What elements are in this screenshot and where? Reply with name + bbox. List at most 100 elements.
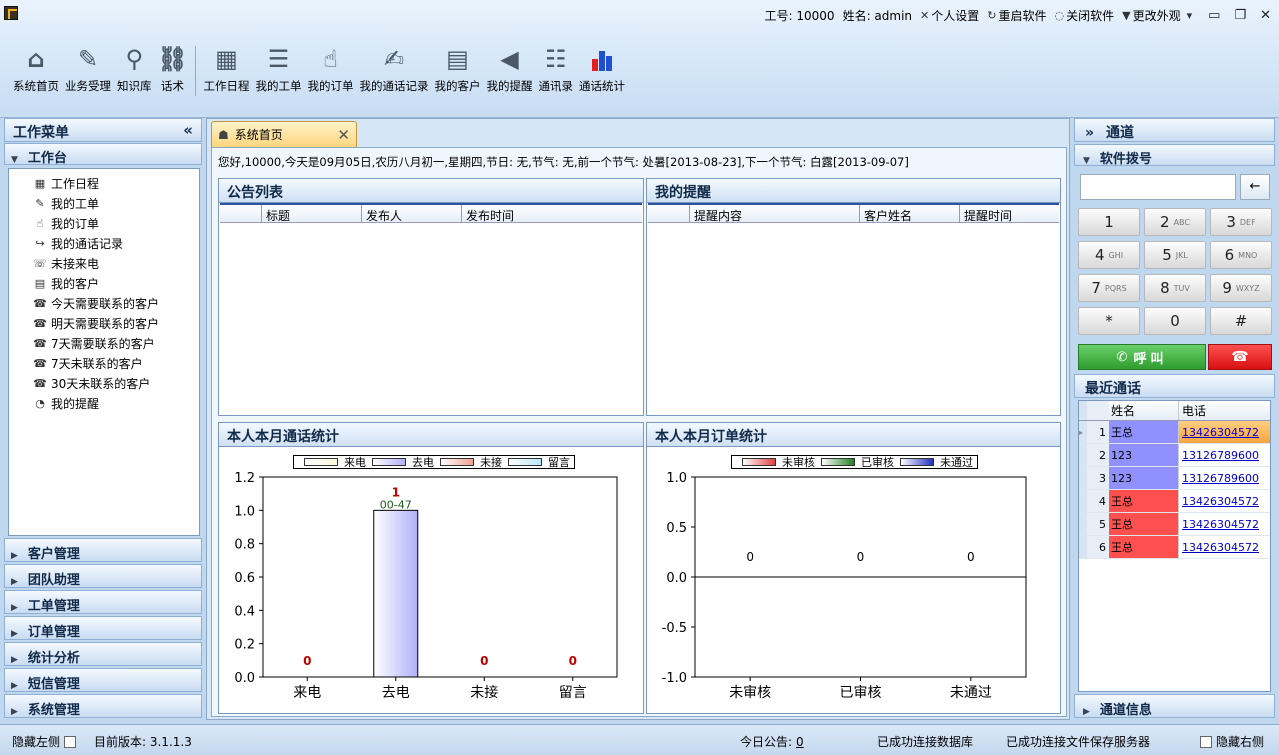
close-window-button[interactable]: ✕: [1260, 8, 1271, 23]
recent-call-row[interactable]: 6 王总 13426304572: [1079, 536, 1270, 559]
column-header[interactable]: 发布时间: [462, 205, 642, 223]
x-tick-label: 来电: [293, 685, 321, 701]
column-header[interactable]: 标题: [262, 205, 362, 223]
expand-right-button[interactable]: »: [1085, 125, 1094, 141]
workbench-item[interactable]: ☏ 未接来电: [9, 253, 199, 273]
toolbar-button-0[interactable]: ⌂ 系统首页: [10, 44, 62, 100]
dial-number-input[interactable]: [1080, 174, 1236, 200]
x-tick-label: 已审核: [840, 685, 882, 701]
menu-section[interactable]: ▶ 短信管理: [4, 668, 202, 692]
restore-button[interactable]: ❐: [1234, 8, 1246, 23]
minimize-button[interactable]: ▭: [1208, 8, 1220, 23]
tab-close-button[interactable]: ✕: [337, 126, 350, 144]
personal-settings-button[interactable]: ✕ 个人设置: [920, 7, 979, 24]
dial-key[interactable]: 8 TUV: [1144, 274, 1206, 302]
toolbar-button-3[interactable]: ⛓ 话术: [155, 44, 191, 100]
dial-key[interactable]: 5 JKL: [1144, 241, 1206, 269]
users-list-icon: ☰: [267, 45, 290, 73]
toolbar-button-10[interactable]: ☷ 通讯录: [536, 44, 577, 100]
column-header[interactable]: 姓名: [1109, 401, 1179, 420]
dial-key[interactable]: 3 DEF: [1210, 208, 1272, 236]
column-header[interactable]: 电话: [1179, 401, 1270, 420]
dial-key[interactable]: 4 GHI: [1078, 241, 1140, 269]
home-icon: ☗: [218, 127, 229, 142]
close-software-button[interactable]: ◌ 关闭软件: [1055, 7, 1115, 24]
workbench-item[interactable]: ☎ 30天未联系的客户: [9, 373, 199, 393]
hide-left-toggle[interactable]: 隐藏左侧: [12, 733, 77, 750]
toolbar-button-2[interactable]: ⚲ 知识库: [114, 44, 155, 100]
hide-right-checkbox[interactable]: [1200, 735, 1212, 748]
tab-home[interactable]: ☗ 系统首页 ✕: [211, 121, 357, 147]
recent-call-phone[interactable]: 13126789600: [1179, 444, 1270, 466]
dial-key[interactable]: 7 PQRS: [1078, 274, 1140, 302]
menu-section[interactable]: ▶ 团队助理: [4, 564, 202, 588]
column-header[interactable]: [220, 205, 262, 222]
dial-key[interactable]: 0: [1144, 307, 1206, 335]
toolbar-button-1[interactable]: ✎ 业务受理: [62, 44, 114, 100]
recent-call-phone[interactable]: 13426304572: [1179, 536, 1270, 558]
toolbar-button-11[interactable]: 通话统计: [576, 44, 628, 100]
menu-section[interactable]: ▶ 订单管理: [4, 616, 202, 640]
column-header[interactable]: 提醒内容: [690, 205, 860, 223]
row-selector: [1079, 467, 1087, 489]
toolbar-button-5[interactable]: ☰ 我的工单: [253, 44, 305, 100]
toolbar-button-4[interactable]: ▦ 工作日程: [201, 44, 253, 100]
menu-section[interactable]: ▶ 统计分析: [4, 642, 202, 666]
backspace-button[interactable]: ←: [1240, 174, 1270, 200]
toolbar-button-7[interactable]: ✍ 我的通话记录: [357, 44, 432, 100]
dial-key[interactable]: 6 MNO: [1210, 241, 1272, 269]
workbench-item-label: 30天未联系的客户: [51, 376, 151, 391]
collapse-left-button[interactable]: «: [183, 121, 193, 139]
recent-call-phone[interactable]: 13126789600: [1179, 467, 1270, 489]
toolbar-button-8[interactable]: ▤ 我的客户: [432, 44, 484, 100]
hide-left-checkbox[interactable]: [64, 735, 77, 748]
soft-dial-section[interactable]: ▼ 软件拨号: [1074, 144, 1275, 167]
recent-call-phone[interactable]: 13426304572: [1179, 513, 1270, 535]
workbench-item[interactable]: ☝ 我的订单: [9, 213, 199, 233]
recent-call-phone[interactable]: 13426304572: [1179, 421, 1270, 443]
workbench-item[interactable]: ☎ 7天未联系的客户: [9, 353, 199, 373]
dial-key[interactable]: 9 WXYZ: [1210, 274, 1272, 302]
left-menu-title: 工作菜单: [13, 125, 69, 141]
recent-call-name: 王总: [1109, 536, 1179, 558]
dial-key-letters: JKL: [1175, 250, 1188, 260]
today-notice-link[interactable]: 0: [796, 735, 804, 749]
menu-section[interactable]: ▶ 工单管理: [4, 590, 202, 614]
today-notice-label: 今日公告:: [740, 735, 793, 749]
workbench-item[interactable]: ☎ 7天需要联系的客户: [9, 333, 199, 353]
column-header[interactable]: 提醒时间: [960, 205, 1059, 223]
call-button[interactable]: ✆ 呼叫: [1078, 344, 1206, 370]
greeting-text: 您好,10000,今天是09月05日,农历八月初一,星期四,节日: 无,节气: …: [218, 155, 909, 169]
workbench-item[interactable]: ↪ 我的通话记录: [9, 233, 199, 253]
restart-button[interactable]: ↻ 重启软件: [987, 7, 1046, 24]
recent-call-row[interactable]: 3 123 13126789600: [1079, 467, 1270, 490]
legend-label: 未接: [480, 456, 502, 469]
dial-key[interactable]: 2 ABC: [1144, 208, 1206, 236]
change-skin-button[interactable]: ▼ 更改外观 ▾: [1122, 7, 1194, 24]
workbench-item[interactable]: ◔ 我的提醒: [9, 393, 199, 413]
dial-key[interactable]: *: [1078, 307, 1140, 335]
workbench-section[interactable]: ▼ 工作台: [4, 143, 202, 166]
menu-section[interactable]: ▶ 客户管理: [4, 538, 202, 562]
recent-call-phone[interactable]: 13426304572: [1179, 490, 1270, 512]
workbench-item[interactable]: ☎ 明天需要联系的客户: [9, 313, 199, 333]
workbench-item[interactable]: ✎ 我的工单: [9, 193, 199, 213]
toolbar-button-6[interactable]: ☝ 我的订单: [305, 44, 357, 100]
column-header[interactable]: 客户姓名: [860, 205, 960, 223]
hangup-button[interactable]: ☎: [1208, 344, 1272, 370]
recent-call-row[interactable]: 4 王总 13426304572: [1079, 490, 1270, 513]
workbench-item[interactable]: ▦ 工作日程: [9, 173, 199, 193]
workbench-item[interactable]: ☎ 今天需要联系的客户: [9, 293, 199, 313]
column-header[interactable]: [648, 205, 690, 222]
toolbar-button-9[interactable]: ◀ 我的提醒: [484, 44, 536, 100]
recent-call-row[interactable]: ▸ 1 王总 13426304572: [1079, 421, 1270, 444]
dial-key[interactable]: #: [1210, 307, 1272, 335]
recent-call-row[interactable]: 2 123 13126789600: [1079, 444, 1270, 467]
menu-section[interactable]: ▶ 系统管理: [4, 694, 202, 718]
hide-right-toggle[interactable]: 隐藏右侧: [1200, 733, 1264, 750]
recent-call-row[interactable]: 5 王总 13426304572: [1079, 513, 1270, 536]
column-header[interactable]: 发布人: [362, 205, 462, 223]
channel-info-section[interactable]: ▶ 通道信息: [1074, 694, 1275, 718]
workbench-item[interactable]: ▤ 我的客户: [9, 273, 199, 293]
dial-key[interactable]: 1: [1078, 208, 1140, 236]
